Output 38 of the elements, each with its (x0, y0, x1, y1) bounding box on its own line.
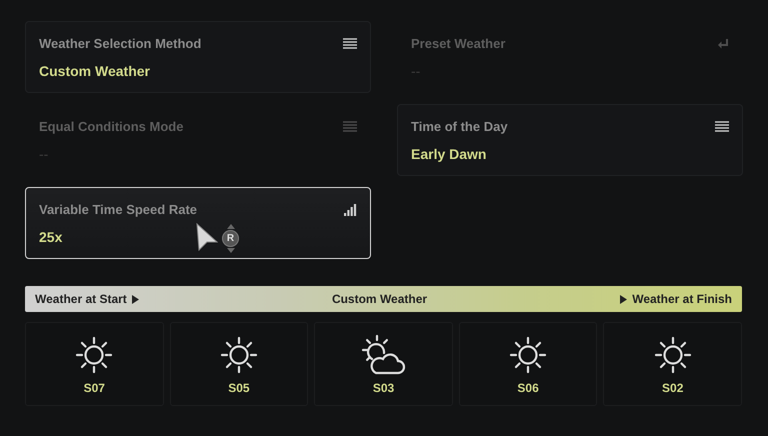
weather-code: S02 (662, 381, 684, 395)
enter-icon (717, 38, 729, 50)
weather-code: S07 (84, 381, 105, 395)
timeline-title: Custom Weather (330, 292, 428, 306)
setting-label: Weather Selection Method (39, 36, 202, 51)
cursor-icon (196, 222, 218, 250)
weather-slot[interactable]: S07 (25, 322, 164, 406)
setting-label: Preset Weather (411, 36, 506, 51)
weather-code: S06 (517, 381, 539, 395)
finish-label: Weather at Finish (632, 292, 732, 306)
start-label: Weather at Start (35, 292, 127, 306)
weather-code: S03 (372, 381, 394, 395)
list-icon (715, 120, 729, 132)
setting-card[interactable]: Time of the Day Early Dawn (397, 104, 743, 176)
down-arrow-icon (226, 248, 234, 253)
up-arrow-icon (226, 224, 234, 229)
setting-value: Early Dawn (411, 146, 486, 162)
setting-label: Equal Conditions Mode (39, 119, 184, 134)
setting-card[interactable]: Weather Selection Method Custom Weather (25, 21, 371, 93)
setting-label: Time of the Day (411, 119, 508, 134)
play-arrow-icon (132, 294, 139, 304)
list-icon (343, 38, 357, 50)
weather-slot[interactable]: S05 (170, 322, 308, 406)
setting-card[interactable]: Variable Time Speed Rate 25x R (25, 187, 371, 259)
list-icon (343, 120, 357, 132)
r-button-badge: R (222, 230, 239, 247)
signal-bars-icon (344, 204, 357, 216)
setting-label: Variable Time Speed Rate (39, 202, 197, 217)
weather-code: S05 (228, 381, 250, 395)
weather-slot[interactable]: S03 (314, 322, 453, 406)
setting-value: -- (411, 63, 420, 79)
setting-value: Custom Weather (39, 63, 150, 79)
weather-slot[interactable]: S02 (603, 322, 742, 406)
play-arrow-icon (620, 294, 628, 304)
partly-cloudy-icon (360, 333, 406, 377)
weather-slot[interactable]: S06 (458, 322, 598, 406)
setting-value: -- (39, 146, 48, 162)
setting-value: 25x (39, 229, 62, 245)
